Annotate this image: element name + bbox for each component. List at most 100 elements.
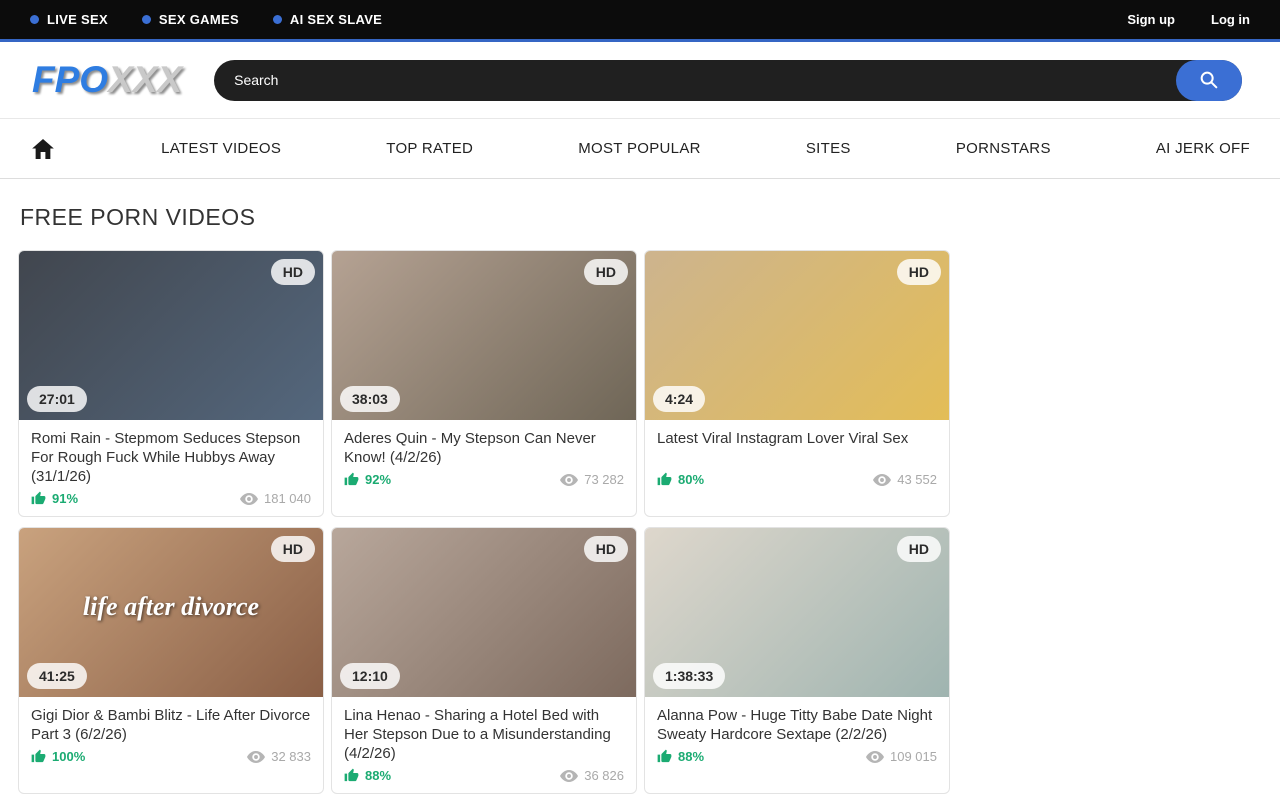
video-thumbnail[interactable]: HD 4:24 bbox=[645, 251, 949, 420]
video-card: HD 1:38:33 Alanna Pow - Huge Titty Babe … bbox=[644, 527, 950, 794]
thumbs-up-icon bbox=[31, 749, 46, 764]
search-icon bbox=[1198, 69, 1220, 91]
topbar-link[interactable]: SEX GAMES bbox=[142, 12, 239, 27]
likes-value: 88% bbox=[678, 749, 704, 764]
video-stats: 88% 36 826 bbox=[344, 768, 624, 783]
views-value: 32 833 bbox=[271, 749, 311, 764]
nav-item-latest-videos[interactable]: LATEST VIDEOS bbox=[161, 140, 281, 157]
duration-badge: 4:24 bbox=[653, 386, 705, 412]
video-thumbnail[interactable]: HD 38:03 bbox=[332, 251, 636, 420]
video-title[interactable]: Lina Henao - Sharing a Hotel Bed with He… bbox=[344, 706, 624, 763]
topbar-links: LIVE SEX SEX GAMES AI SEX SLAVE bbox=[30, 12, 382, 27]
bullet-dot-icon bbox=[30, 15, 39, 24]
thumbs-up-icon bbox=[657, 472, 672, 487]
likes-value: 91% bbox=[52, 491, 78, 506]
video-grid: HD 27:01 Romi Rain - Stepmom Seduces Ste… bbox=[0, 250, 1280, 800]
likes-value: 92% bbox=[365, 472, 391, 487]
views-stat: 181 040 bbox=[240, 491, 311, 506]
page-title: FREE PORN VIDEOS bbox=[20, 204, 1280, 231]
eye-icon bbox=[247, 750, 265, 764]
video-thumbnail[interactable]: life after divorce HD 41:25 bbox=[19, 528, 323, 697]
duration-badge: 41:25 bbox=[27, 663, 87, 689]
nav-item-most-popular[interactable]: MOST POPULAR bbox=[578, 140, 701, 157]
topbar-link[interactable]: AI SEX SLAVE bbox=[273, 12, 382, 27]
eye-icon bbox=[560, 769, 578, 783]
search-button[interactable] bbox=[1176, 60, 1242, 101]
views-stat: 32 833 bbox=[247, 749, 311, 764]
likes-value: 80% bbox=[678, 472, 704, 487]
video-card: life after divorce HD 41:25 Gigi Dior & … bbox=[18, 527, 324, 794]
video-stats: 80% 43 552 bbox=[657, 472, 937, 487]
site-logo[interactable]: FPOXXX bbox=[32, 59, 182, 101]
search-input[interactable] bbox=[214, 60, 1242, 101]
thumbs-up-icon bbox=[657, 749, 672, 764]
views-stat: 43 552 bbox=[873, 472, 937, 487]
views-value: 36 826 bbox=[584, 768, 624, 783]
duration-badge: 27:01 bbox=[27, 386, 87, 412]
eye-icon bbox=[560, 473, 578, 487]
nav-home-link[interactable] bbox=[30, 136, 56, 162]
video-info: Gigi Dior & Bambi Blitz - Life After Div… bbox=[19, 697, 323, 774]
video-card: HD 38:03 Aderes Quin - My Stepson Can Ne… bbox=[331, 250, 637, 517]
video-title[interactable]: Alanna Pow - Huge Titty Babe Date Night … bbox=[657, 706, 937, 744]
topbar: LIVE SEX SEX GAMES AI SEX SLAVE Sign up Lo… bbox=[0, 0, 1280, 42]
video-stats: 100% 32 833 bbox=[31, 749, 311, 764]
likes-stat: 91% bbox=[31, 491, 78, 506]
nav-item-pornstars[interactable]: PORNSTARS bbox=[956, 140, 1051, 157]
thumbs-up-icon bbox=[344, 768, 359, 783]
likes-stat: 100% bbox=[31, 749, 85, 764]
thumbnail-overlay-text: life after divorce bbox=[19, 592, 323, 622]
nav-item-sites[interactable]: SITES bbox=[806, 140, 851, 157]
eye-icon bbox=[866, 750, 884, 764]
hd-badge: HD bbox=[271, 259, 315, 285]
header: FPOXXX bbox=[0, 42, 1280, 119]
video-info: Aderes Quin - My Stepson Can Never Know!… bbox=[332, 420, 636, 497]
duration-badge: 1:38:33 bbox=[653, 663, 725, 689]
nav-item-ai-jerk-off[interactable]: AI JERK OFF bbox=[1156, 140, 1250, 157]
bullet-dot-icon bbox=[273, 15, 282, 24]
views-value: 109 015 bbox=[890, 749, 937, 764]
video-info: Romi Rain - Stepmom Seduces Stepson For … bbox=[19, 420, 323, 516]
nav-item-top-rated[interactable]: TOP RATED bbox=[386, 140, 473, 157]
hd-badge: HD bbox=[271, 536, 315, 562]
duration-badge: 12:10 bbox=[340, 663, 400, 689]
video-thumbnail[interactable]: HD 27:01 bbox=[19, 251, 323, 420]
likes-stat: 92% bbox=[344, 472, 391, 487]
views-stat: 36 826 bbox=[560, 768, 624, 783]
video-card: HD 12:10 Lina Henao - Sharing a Hotel Be… bbox=[331, 527, 637, 794]
hd-badge: HD bbox=[897, 259, 941, 285]
likes-stat: 80% bbox=[657, 472, 704, 487]
likes-stat: 88% bbox=[657, 749, 704, 764]
views-stat: 109 015 bbox=[866, 749, 937, 764]
duration-badge: 38:03 bbox=[340, 386, 400, 412]
video-title[interactable]: Gigi Dior & Bambi Blitz - Life After Div… bbox=[31, 706, 311, 744]
video-title[interactable]: Romi Rain - Stepmom Seduces Stepson For … bbox=[31, 429, 311, 486]
video-thumbnail[interactable]: HD 12:10 bbox=[332, 528, 636, 697]
views-value: 73 282 bbox=[584, 472, 624, 487]
auth-links: Sign up Log in bbox=[1127, 12, 1250, 27]
eye-icon bbox=[240, 492, 258, 506]
likes-stat: 88% bbox=[344, 768, 391, 783]
video-stats: 88% 109 015 bbox=[657, 749, 937, 764]
topbar-link-label: LIVE SEX bbox=[47, 12, 108, 27]
views-stat: 73 282 bbox=[560, 472, 624, 487]
topbar-link[interactable]: LIVE SEX bbox=[30, 12, 108, 27]
topbar-link-label: AI SEX SLAVE bbox=[290, 12, 382, 27]
video-card: HD 4:24 Latest Viral Instagram Lover Vir… bbox=[644, 250, 950, 517]
video-title[interactable]: Latest Viral Instagram Lover Viral Sex bbox=[657, 429, 937, 467]
bullet-dot-icon bbox=[142, 15, 151, 24]
signup-link[interactable]: Sign up bbox=[1127, 12, 1175, 27]
search-bar bbox=[214, 60, 1242, 101]
views-value: 181 040 bbox=[264, 491, 311, 506]
video-card: HD 27:01 Romi Rain - Stepmom Seduces Ste… bbox=[18, 250, 324, 517]
video-thumbnail[interactable]: HD 1:38:33 bbox=[645, 528, 949, 697]
eye-icon bbox=[873, 473, 891, 487]
video-info: Latest Viral Instagram Lover Viral Sex 8… bbox=[645, 420, 949, 497]
main-nav: LATEST VIDEOS TOP RATED MOST POPULAR SITES P… bbox=[0, 119, 1280, 179]
login-link[interactable]: Log in bbox=[1211, 12, 1250, 27]
hd-badge: HD bbox=[897, 536, 941, 562]
home-icon bbox=[30, 136, 56, 162]
hd-badge: HD bbox=[584, 259, 628, 285]
video-title[interactable]: Aderes Quin - My Stepson Can Never Know!… bbox=[344, 429, 624, 467]
hd-badge: HD bbox=[584, 536, 628, 562]
